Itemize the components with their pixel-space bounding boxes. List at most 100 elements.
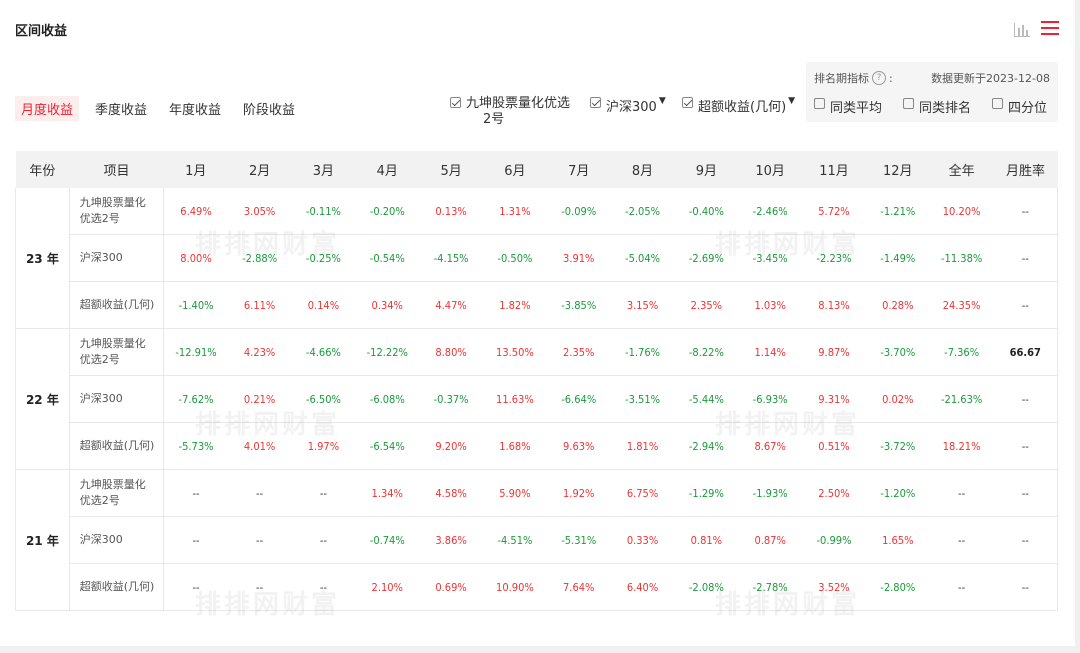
period-tabs: 月度收益 季度收益 年度收益 阶段收益: [15, 96, 311, 121]
value-cell: --: [163, 516, 228, 564]
tab-stage[interactable]: 阶段收益: [237, 96, 301, 121]
item-cell: 沪深300: [69, 516, 165, 564]
legend-benchmark[interactable]: 沪深300 ▼: [590, 96, 666, 115]
value-cell: -2.05%: [610, 188, 675, 235]
table-row: 沪深300 8.00% -2.88% -0.25% -0.54% -4.15% -0.50%…: [16, 234, 1058, 282]
table-body: 23 年九坤股票量化 优选2号 6.49% 3.05% -0.11% -0.20% 0.13…: [15, 188, 1058, 611]
value-cell: 0.34%: [355, 281, 420, 329]
column-header: 10月: [738, 151, 803, 188]
item-label: 沪深300: [79, 251, 123, 264]
value-cell: 6.40%: [610, 563, 675, 611]
table-row: 23 年九坤股票量化 优选2号 6.49% 3.05% -0.11% -0.20% 0.13…: [15, 188, 1058, 329]
column-header: 年份: [15, 151, 70, 188]
item-label: 超额收益(几何): [79, 580, 155, 593]
value-cell: -1.49%: [865, 234, 930, 282]
option-quartile[interactable]: 四分位: [992, 97, 1047, 116]
bar-chart-icon[interactable]: [1013, 21, 1031, 37]
table-header-row: 年份 项目 1月 2月 3月 4月 5月 6月 7月 8月 9月 10月 11月 12月 全年 月胜率: [15, 151, 1058, 188]
value-cell: -11.38%: [929, 234, 994, 282]
value-cell: --: [163, 469, 228, 517]
value-cell: -2.94%: [674, 422, 739, 470]
value-cell: 9.20%: [419, 422, 483, 470]
value-cell: --: [929, 516, 994, 564]
option-label: 同类排名: [919, 101, 972, 116]
tab-quarterly[interactable]: 季度收益: [89, 96, 153, 121]
checkbox-icon[interactable]: [903, 98, 915, 109]
value-cell: -2.23%: [802, 234, 866, 282]
value-cell: 8.80%: [419, 328, 483, 376]
year-cell: 22 年: [15, 328, 70, 470]
value-cell: --: [993, 422, 1058, 470]
value-cell: 0.87%: [738, 516, 803, 564]
value-cell: -1.21%: [865, 188, 930, 235]
item-label: 沪深300: [79, 392, 123, 405]
value-cell: 66.67: [993, 328, 1058, 376]
value-cell: 10.90%: [483, 563, 547, 611]
value-cell: -6.50%: [291, 375, 356, 423]
legend-fund[interactable]: 九坤股票量化优选 2号: [450, 96, 570, 128]
value-cell: -3.70%: [865, 328, 930, 376]
hamburger-menu-icon[interactable]: [1041, 20, 1059, 36]
option-peer-average[interactable]: 同类平均: [814, 97, 882, 116]
item-label-2: 优选2号: [79, 212, 120, 225]
scrollbar-track[interactable]: [1075, 0, 1080, 653]
value-cell: --: [227, 563, 292, 611]
value-cell: -1.76%: [610, 328, 675, 376]
value-cell: -6.64%: [546, 375, 611, 423]
caret-down-icon[interactable]: ▼: [659, 96, 666, 106]
value-cell: 1.92%: [546, 469, 611, 517]
value-cell: -4.66%: [291, 328, 356, 376]
value-cell: 6.75%: [610, 469, 675, 517]
option-peer-rank[interactable]: 同类排名: [903, 97, 971, 116]
item-cell: 超额收益(几何): [69, 563, 165, 611]
value-cell: --: [227, 516, 292, 564]
value-cell: 5.72%: [802, 188, 866, 235]
bottom-divider: [0, 646, 1080, 653]
value-cell: -6.54%: [355, 422, 420, 470]
checkbox-icon[interactable]: [814, 98, 825, 109]
value-cell: -0.20%: [355, 188, 420, 235]
value-cell: 9.87%: [802, 328, 866, 376]
table-row: 沪深300 -- -- -- -0.74% 3.86% -4.51% -5.31% 0.33% 0…: [16, 516, 1058, 564]
value-cell: -7.62%: [163, 375, 228, 423]
value-cell: 7.64%: [546, 563, 611, 611]
value-cell: 3.91%: [546, 234, 611, 282]
value-cell: 0.21%: [227, 375, 292, 423]
checkbox-icon[interactable]: [450, 97, 461, 108]
tab-monthly[interactable]: 月度收益: [15, 96, 80, 121]
caret-down-icon[interactable]: ▼: [788, 96, 795, 106]
value-cell: 0.33%: [610, 516, 675, 564]
value-cell: 0.14%: [291, 281, 356, 329]
value-cell: -21.63%: [929, 375, 994, 423]
value-cell: -5.73%: [163, 422, 228, 470]
value-cell: --: [291, 516, 356, 564]
column-header: 12月: [865, 151, 930, 188]
value-cell: -2.08%: [674, 563, 739, 611]
table-row: 超额收益(几何) -5.73% 4.01% 1.97% -6.54% 9.20% 1.68%…: [16, 422, 1058, 470]
checkbox-icon[interactable]: [590, 97, 601, 108]
item-label: 超额收益(几何): [79, 439, 155, 452]
legend-fund-label: 九坤股票量化优选: [466, 96, 571, 111]
value-cell: -0.09%: [546, 188, 611, 235]
update-date: 数据更新于2023-12-08: [931, 72, 1050, 85]
legend-excess[interactable]: 超额收益(几何) ▼: [682, 96, 795, 115]
item-label: 沪深300: [79, 533, 123, 546]
checkbox-icon[interactable]: [682, 97, 693, 108]
monthly-returns-table: 年份 项目 1月 2月 3月 4月 5月 6月 7月 8月 9月 10月 11月 12月 全年 月胜率 23 …: [15, 151, 1058, 611]
checkbox-icon[interactable]: [992, 98, 1004, 109]
table-row: 沪深300 -7.62% 0.21% -6.50% -6.08% -0.37% 11.63%…: [16, 375, 1058, 423]
value-cell: -5.44%: [674, 375, 739, 423]
value-cell: -0.37%: [419, 375, 483, 423]
item-cell: 超额收益(几何): [69, 422, 165, 470]
value-cell: -0.74%: [355, 516, 420, 564]
tab-yearly[interactable]: 年度收益: [163, 96, 227, 121]
help-icon[interactable]: ?: [872, 71, 886, 85]
value-cell: 1.14%: [738, 328, 803, 376]
value-cell: -5.31%: [546, 516, 611, 564]
value-cell: 9.31%: [802, 375, 866, 423]
column-header: 3月: [291, 151, 356, 188]
value-cell: 8.00%: [163, 234, 228, 282]
value-cell: --: [929, 563, 994, 611]
value-cell: 3.05%: [227, 188, 292, 235]
value-cell: 13.50%: [483, 328, 547, 376]
